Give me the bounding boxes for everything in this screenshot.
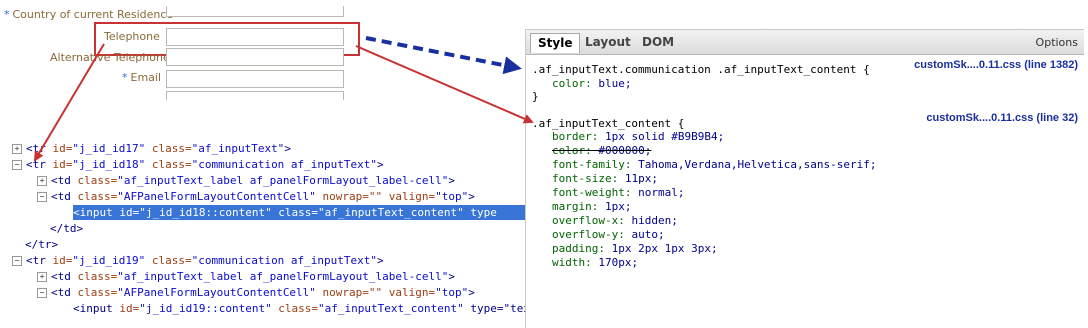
annotation-arrows: [33, 36, 534, 162]
red-arrow-to-dom: [33, 43, 105, 162]
blue-dashed-arrow: [365, 36, 522, 75]
red-arrow-to-css: [355, 45, 534, 124]
